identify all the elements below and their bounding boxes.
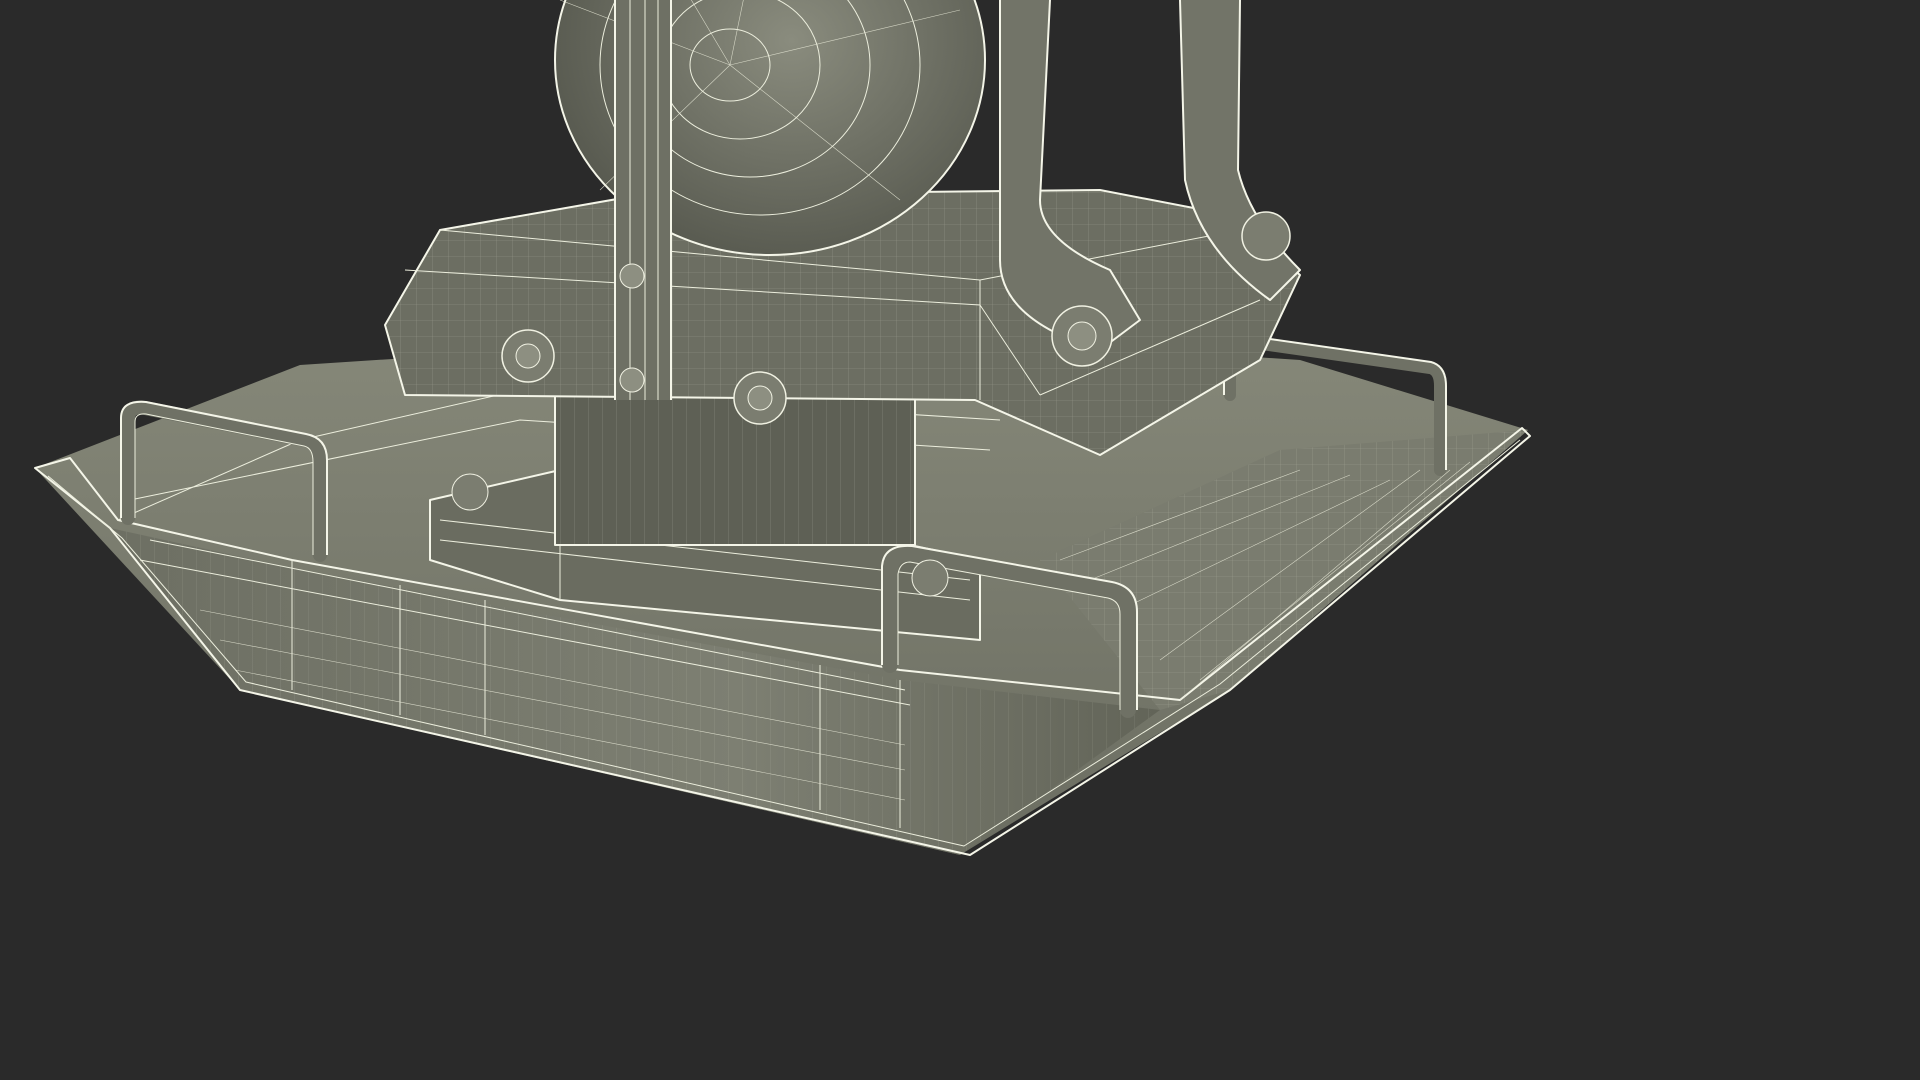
wireframe-render [34, 0, 1531, 856]
vertical-pipe [614, 0, 672, 400]
render-viewport [0, 0, 1568, 882]
